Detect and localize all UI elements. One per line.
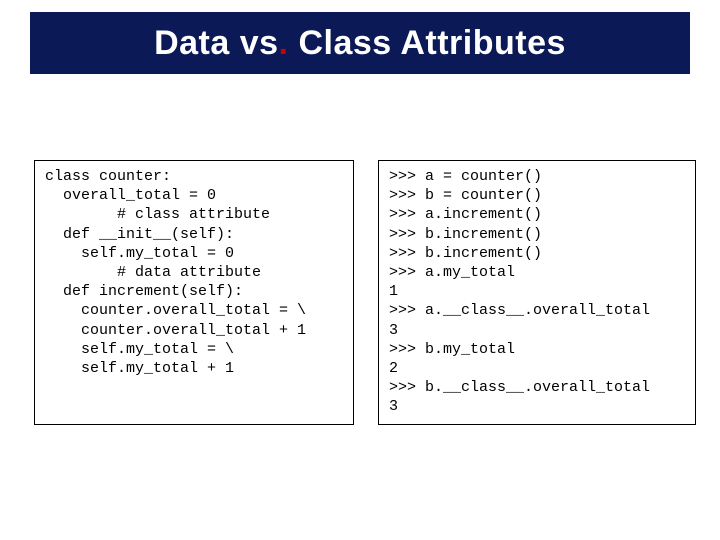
class-definition-code: class counter: overall_total = 0 # class…	[34, 160, 354, 425]
slide-title: Data vs. Class Attributes	[154, 24, 566, 63]
slide: Data vs. Class Attributes class counter:…	[0, 0, 720, 540]
title-part1: Data vs	[154, 24, 278, 62]
title-part2: Class Attributes	[289, 24, 566, 62]
repl-session-code: >>> a = counter() >>> b = counter() >>> …	[378, 160, 696, 425]
content-area: class counter: overall_total = 0 # class…	[34, 160, 696, 425]
title-bar: Data vs. Class Attributes	[30, 12, 690, 74]
title-separator: .	[279, 24, 289, 62]
